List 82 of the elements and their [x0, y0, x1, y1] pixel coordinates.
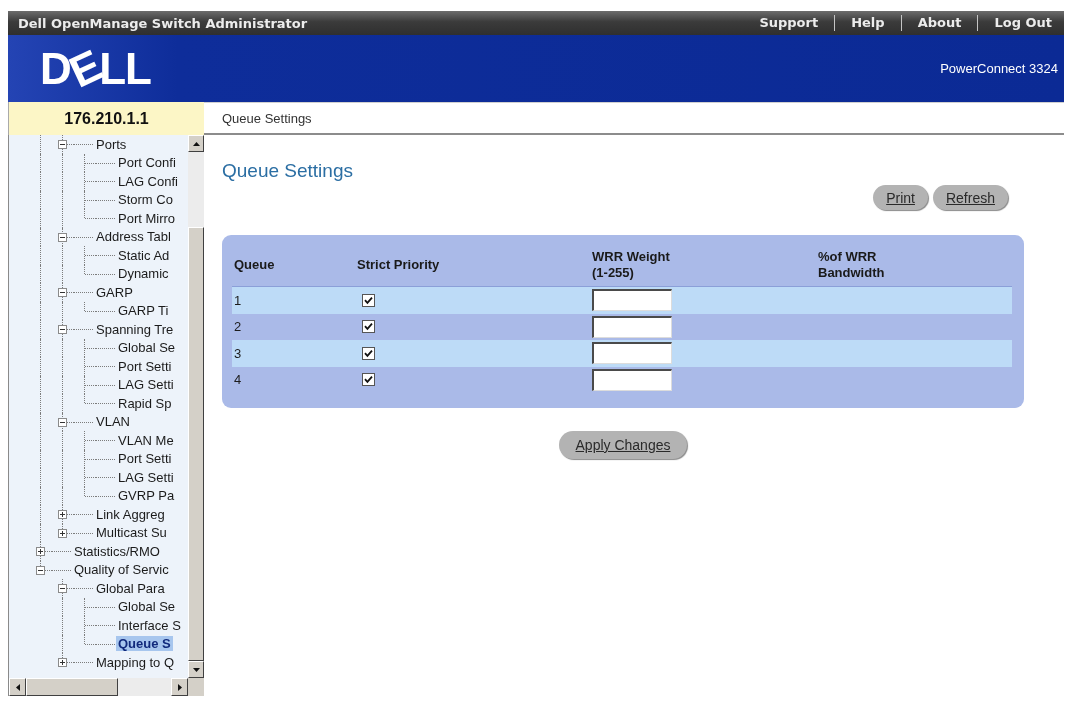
- tree-item[interactable]: GARP Ti: [116, 303, 171, 319]
- tree-item[interactable]: Port Mirro: [116, 210, 178, 226]
- tree-item[interactable]: Static Ad: [116, 247, 172, 263]
- minus-box-icon[interactable]: [58, 140, 67, 150]
- tree-item[interactable]: Global Para: [94, 580, 167, 596]
- minus-box-icon[interactable]: [58, 417, 67, 427]
- tree-item[interactable]: Global Se: [116, 599, 178, 615]
- action-button[interactable]: Refresh: [932, 185, 1008, 210]
- plus-box-icon[interactable]: [58, 658, 67, 668]
- weight-field[interactable]: [592, 368, 672, 391]
- weight-field[interactable]: [592, 289, 672, 312]
- page-title: Queue Settings: [222, 160, 353, 182]
- column-header: %of WRR Bandwidth: [818, 248, 886, 281]
- triangle-left-icon: [15, 683, 20, 691]
- scrollbar-thumb[interactable]: [188, 227, 204, 661]
- weight-field[interactable]: [592, 342, 672, 365]
- tree-item[interactable]: Multicast Su: [94, 525, 169, 541]
- minus-box-icon[interactable]: [58, 325, 67, 335]
- header-link[interactable]: Log Out: [977, 15, 1064, 31]
- scrollbar-corner: [188, 678, 204, 696]
- header-link[interactable]: Support: [743, 15, 835, 31]
- tree-item[interactable]: Quality of Servic: [72, 562, 171, 578]
- table-cell-text: 4: [234, 372, 243, 388]
- tree-item[interactable]: Statistics/RMO: [72, 543, 162, 559]
- checkbox[interactable]: [362, 320, 375, 334]
- tree-item[interactable]: Queue S: [116, 636, 173, 652]
- product-name: PowerConnect 3324: [940, 61, 1058, 76]
- tree-item[interactable]: LAG Confi: [116, 173, 180, 189]
- weight-field[interactable]: [592, 315, 672, 338]
- scrollbar-thumb[interactable]: [26, 678, 118, 696]
- checkbox[interactable]: [362, 346, 375, 360]
- tree-item[interactable]: Global Se: [116, 340, 178, 356]
- tree-item[interactable]: Interface S: [116, 617, 183, 633]
- tree-item[interactable]: Port Confi: [116, 155, 178, 171]
- tree-item[interactable]: Port Setti: [116, 358, 174, 374]
- plus-box-icon[interactable]: [58, 510, 67, 520]
- tree-item[interactable]: Port Setti: [116, 451, 174, 467]
- tree-item[interactable]: Ports: [94, 136, 129, 152]
- action-button[interactable]: Print: [873, 185, 928, 210]
- tree-item[interactable]: LAG Setti: [116, 377, 176, 393]
- device-address: 176.210.1.1: [8, 102, 204, 135]
- table-cell-text: 3: [234, 345, 243, 361]
- app-title: Dell OpenManage Switch Administrator: [17, 15, 309, 31]
- column-header: Queue: [234, 256, 275, 273]
- horizontal-scrollbar[interactable]: [9, 678, 188, 696]
- tree-item[interactable]: Link Aggreg: [94, 506, 167, 522]
- tree-item[interactable]: Storm Co: [116, 192, 175, 208]
- minus-box-icon[interactable]: [58, 288, 67, 298]
- triangle-right-icon: [177, 683, 182, 691]
- breadcrumb: Queue Settings: [222, 110, 312, 126]
- triangle-up-icon: [192, 141, 200, 146]
- scroll-up-button[interactable]: [188, 135, 204, 152]
- minus-box-icon[interactable]: [58, 232, 67, 242]
- minus-box-icon[interactable]: [58, 584, 67, 594]
- column-header: WRR Weight (1-255): [592, 248, 671, 281]
- tree-item[interactable]: VLAN: [94, 414, 132, 430]
- tree-item[interactable]: Mapping to Q: [94, 654, 177, 670]
- triangle-down-icon: [192, 667, 200, 672]
- scroll-right-button[interactable]: [171, 678, 188, 696]
- tree-item[interactable]: GARP: [94, 284, 135, 300]
- tree-item[interactable]: Rapid Sp: [116, 395, 174, 411]
- minus-box-icon[interactable]: [36, 565, 45, 575]
- scroll-left-button[interactable]: [9, 678, 26, 696]
- column-header: Strict Priority: [357, 256, 440, 273]
- tree-item[interactable]: Address Tabl: [94, 229, 173, 245]
- checkbox[interactable]: [362, 373, 375, 387]
- plus-box-icon[interactable]: [36, 547, 45, 557]
- tree-item[interactable]: Dynamic: [116, 266, 171, 282]
- vertical-scrollbar[interactable]: [188, 135, 204, 678]
- checkbox[interactable]: [362, 293, 375, 307]
- table-cell-text: 1: [234, 292, 243, 308]
- header-link[interactable]: About: [900, 15, 978, 31]
- tree-item[interactable]: GVRP Pa: [116, 488, 177, 504]
- apply-button[interactable]: Apply Changes: [558, 431, 688, 459]
- tree-item[interactable]: LAG Setti: [116, 469, 176, 485]
- tree-item[interactable]: Spanning Tre: [94, 321, 176, 337]
- plus-box-icon[interactable]: [58, 528, 67, 538]
- table-cell-text: 2: [234, 319, 243, 335]
- logo: DELL: [40, 46, 151, 91]
- header-link[interactable]: Help: [834, 15, 901, 31]
- tree-item[interactable]: VLAN Me: [116, 432, 176, 448]
- scroll-down-button[interactable]: [188, 661, 204, 678]
